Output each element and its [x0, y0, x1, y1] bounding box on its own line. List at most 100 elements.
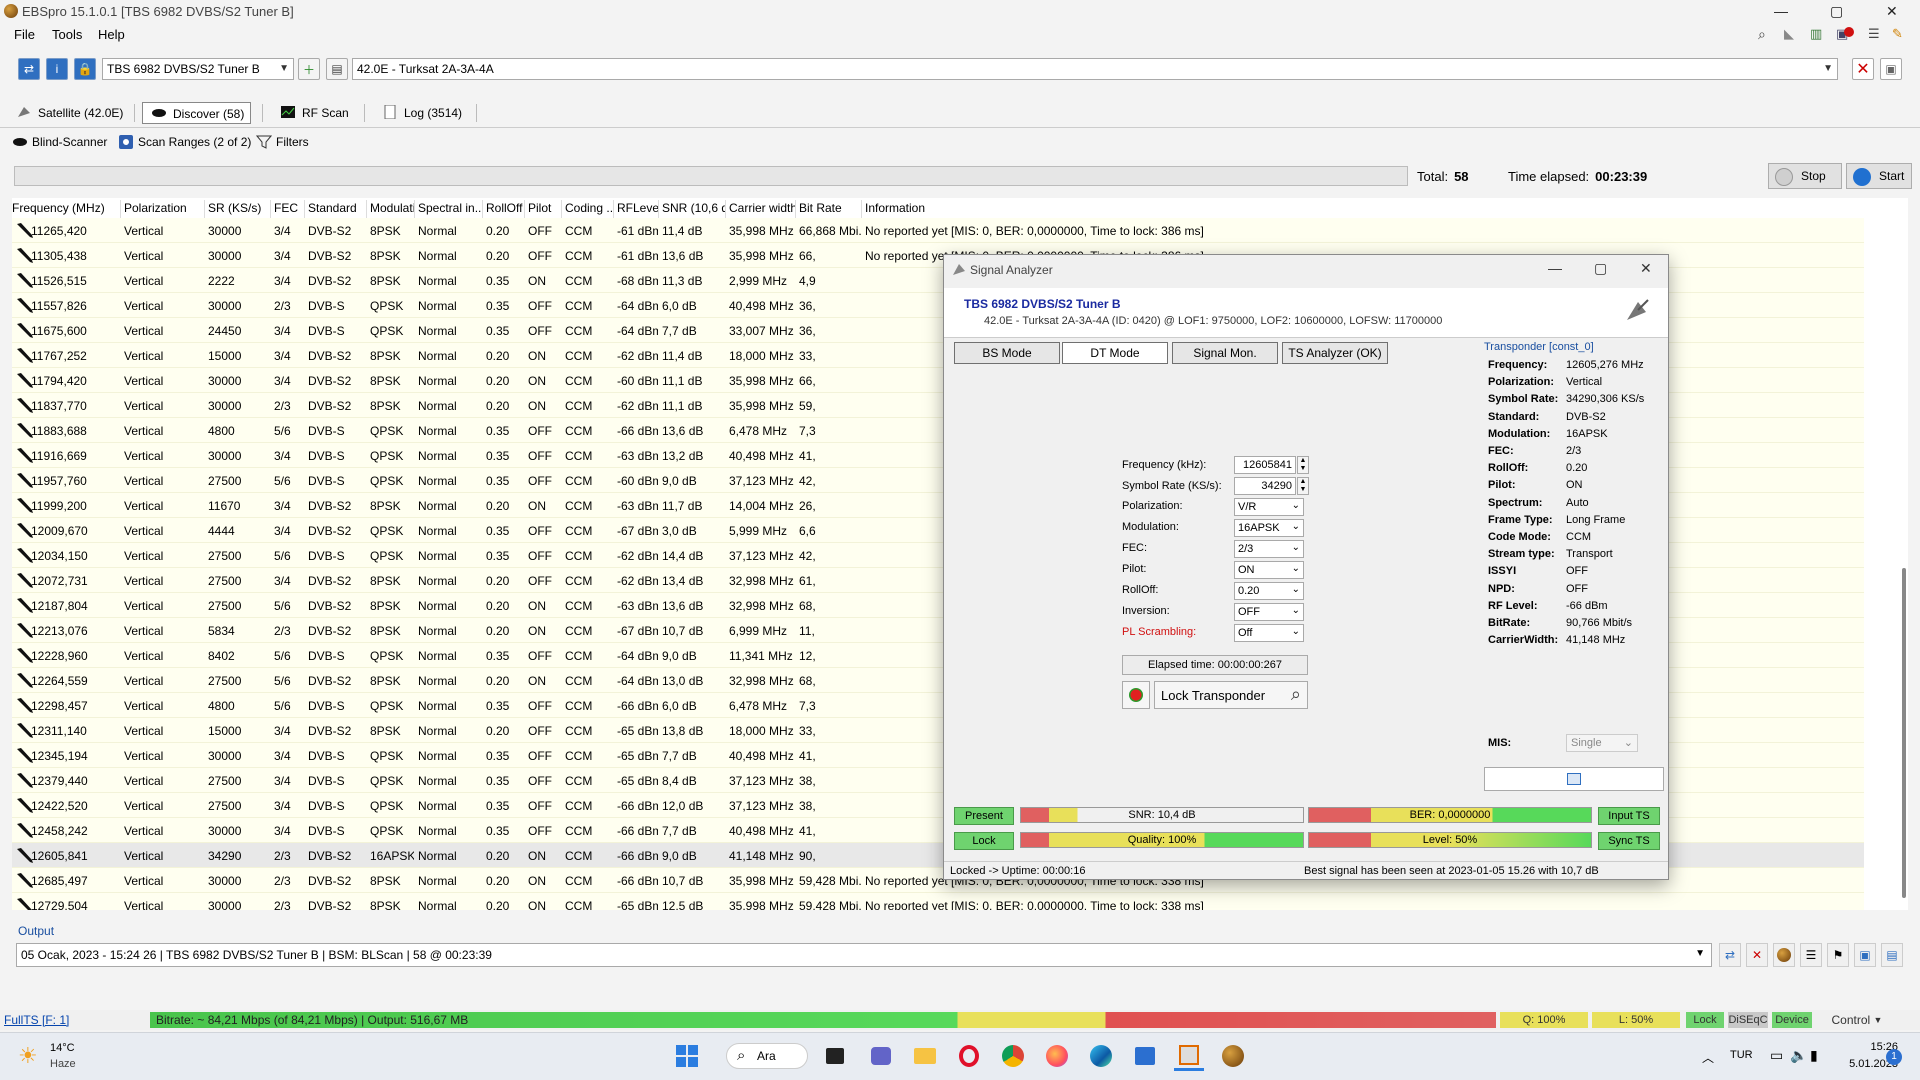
- save-button[interactable]: ▣: [1880, 58, 1902, 80]
- chrome-button[interactable]: [998, 1041, 1028, 1071]
- column-header[interactable]: SNR (10,6 dB): [662, 201, 725, 215]
- pl-scrambling-select[interactable]: Off ⌄: [1234, 624, 1304, 642]
- tab-log[interactable]: Log (3514): [374, 102, 468, 124]
- column-header[interactable]: Coding ...: [565, 201, 613, 215]
- column-header[interactable]: Information: [865, 201, 1888, 215]
- remove-button[interactable]: ✕: [1852, 58, 1874, 80]
- symbol-rate-input[interactable]: 34290: [1234, 477, 1296, 495]
- subtab-filters[interactable]: Filters: [254, 135, 309, 149]
- frequency-spinner[interactable]: ▲ ▼: [1297, 456, 1309, 474]
- column-header[interactable]: Modulation: [370, 201, 414, 215]
- weather-temp[interactable]: 14°C: [50, 1042, 75, 1054]
- satellite-select[interactable]: 42.0E - Turksat 2A-3A-4A ▼: [352, 58, 1838, 80]
- ebspro-tools-button[interactable]: [1174, 1041, 1204, 1071]
- bs-mode-button[interactable]: BS Mode: [954, 342, 1060, 364]
- fullts-link[interactable]: FullTS [F: 1]: [4, 1013, 69, 1027]
- modulation-select[interactable]: 16APSK ⌄: [1234, 519, 1304, 537]
- column-header[interactable]: Spectral in...: [418, 201, 482, 215]
- frequency-input[interactable]: 12605841: [1234, 456, 1296, 474]
- menu-tools[interactable]: Tools: [52, 27, 82, 42]
- signal-mon-button[interactable]: Signal Mon.: [1172, 342, 1278, 364]
- dialog-maximize-button[interactable]: ▢: [1594, 260, 1607, 277]
- subtab-blind-scanner[interactable]: Blind-Scanner: [10, 135, 107, 149]
- output-flag-button[interactable]: ⚑: [1827, 943, 1849, 967]
- tab-rf-scan[interactable]: RF Scan: [272, 102, 355, 124]
- signal-heart-button[interactable]: [1122, 681, 1150, 709]
- opera-button[interactable]: [954, 1041, 984, 1071]
- close-button[interactable]: ✕: [1886, 3, 1898, 20]
- tab-discover[interactable]: Discover (58): [142, 102, 252, 124]
- table-row[interactable]: 11265,420 Vertical 30000 3/4 DVB-S2 8PSK Norma…: [12, 218, 1864, 243]
- tab-satellite[interactable]: Satellite (42.0E): [8, 102, 129, 124]
- inversion-select[interactable]: OFF ⌄: [1234, 603, 1304, 621]
- ebspro-button[interactable]: [1218, 1041, 1248, 1071]
- store-button[interactable]: [1130, 1041, 1160, 1071]
- output-list-button[interactable]: ☰: [1800, 943, 1822, 967]
- tray-expand-icon[interactable]: ︿: [1702, 1049, 1714, 1066]
- start-button[interactable]: Start: [1846, 163, 1912, 189]
- stop-button[interactable]: Stop: [1768, 163, 1842, 189]
- polarization-select[interactable]: V/R ⌄: [1234, 498, 1304, 516]
- dialog-close-button[interactable]: ✕: [1640, 260, 1652, 277]
- constellation-button[interactable]: [1484, 767, 1664, 791]
- mis-select[interactable]: Single ⌄: [1566, 734, 1638, 752]
- search-icon[interactable]: ⌕: [1758, 26, 1766, 43]
- menu-help[interactable]: Help: [98, 27, 125, 42]
- subtab-scan-ranges[interactable]: Scan Ranges (2 of 2): [116, 135, 251, 149]
- notification-badge[interactable]: 1: [1886, 1049, 1902, 1065]
- firefox-button[interactable]: [1042, 1041, 1072, 1071]
- pilot-select[interactable]: ON ⌄: [1234, 561, 1304, 579]
- output-export-button[interactable]: ▤: [1881, 943, 1903, 967]
- column-header[interactable]: RFLevel: [617, 201, 658, 215]
- dt-mode-button[interactable]: DT Mode: [1062, 342, 1168, 364]
- rolloff-select[interactable]: 0.20 ⌄: [1234, 582, 1304, 600]
- lock-button[interactable]: 🔒: [74, 58, 96, 80]
- task-view-button[interactable]: [820, 1041, 850, 1071]
- refresh-button[interactable]: ⇄: [18, 58, 40, 80]
- battery-icon[interactable]: ▮: [1810, 1047, 1818, 1064]
- chart-icon[interactable]: ▥: [1810, 26, 1822, 42]
- output-log-select[interactable]: 05 Ocak, 2023 - 15:24 26 | TBS 6982 DVBS…: [16, 943, 1712, 967]
- control-menu[interactable]: Control ▼: [1818, 1012, 1896, 1028]
- table-scrollbar[interactable]: [1900, 198, 1908, 910]
- teams-button[interactable]: [866, 1041, 896, 1071]
- edge-button[interactable]: [1086, 1041, 1116, 1071]
- output-app-button[interactable]: [1773, 943, 1795, 967]
- column-header[interactable]: Carrier width: [729, 201, 795, 215]
- column-header[interactable]: RollOff: [486, 201, 524, 215]
- minimize-button[interactable]: —: [1774, 3, 1788, 19]
- start-menu-button[interactable]: [672, 1041, 702, 1071]
- explorer-button[interactable]: [910, 1041, 940, 1071]
- output-refresh-button[interactable]: ⇄: [1719, 943, 1741, 967]
- column-header[interactable]: Bit Rate: [799, 201, 861, 215]
- weather-icon[interactable]: ☀: [18, 1043, 38, 1069]
- dialog-minimize-button[interactable]: —: [1548, 260, 1562, 276]
- network-icon[interactable]: ▭: [1770, 1047, 1783, 1064]
- ts-analyzer-button[interactable]: TS Analyzer (OK): [1282, 342, 1388, 364]
- table-row[interactable]: 12729,504 Vertical 30000 2/3 DVB-S2 8PSK Norma…: [12, 893, 1864, 910]
- record-icon[interactable]: [1844, 27, 1854, 37]
- column-header[interactable]: Pilot: [528, 201, 561, 215]
- satellite-dish-icon[interactable]: ◣: [1784, 26, 1794, 42]
- column-header[interactable]: FEC: [274, 201, 304, 215]
- info-button[interactable]: i: [46, 58, 68, 80]
- volume-icon[interactable]: 🔈: [1790, 1047, 1807, 1064]
- output-save-button[interactable]: ▣: [1854, 943, 1876, 967]
- language-indicator[interactable]: TUR: [1730, 1049, 1753, 1061]
- symbol-rate-spinner[interactable]: ▲ ▼: [1297, 477, 1309, 495]
- maximize-button[interactable]: ▢: [1830, 3, 1843, 20]
- satellite-list-button[interactable]: ▤: [326, 58, 348, 80]
- fec-select[interactable]: 2/3 ⌄: [1234, 540, 1304, 558]
- add-transponder-button[interactable]: ＋: [298, 58, 320, 80]
- column-header[interactable]: Frequency (MHz): [12, 201, 120, 215]
- output-clear-button[interactable]: ✕: [1746, 943, 1768, 967]
- tools-icon[interactable]: ✎: [1892, 26, 1903, 42]
- weather-desc[interactable]: Haze: [50, 1058, 76, 1070]
- tuner-select[interactable]: TBS 6982 DVBS/S2 Tuner B ▼: [102, 58, 294, 80]
- column-header[interactable]: Standard: [308, 201, 366, 215]
- list-icon[interactable]: ☰: [1868, 26, 1880, 42]
- lock-transponder-button[interactable]: Lock Transponder ⌕: [1154, 681, 1308, 709]
- taskbar-search[interactable]: ⌕ Ara: [726, 1043, 808, 1069]
- column-header[interactable]: SR (KS/s): [208, 201, 270, 215]
- column-header[interactable]: Polarization: [124, 201, 204, 215]
